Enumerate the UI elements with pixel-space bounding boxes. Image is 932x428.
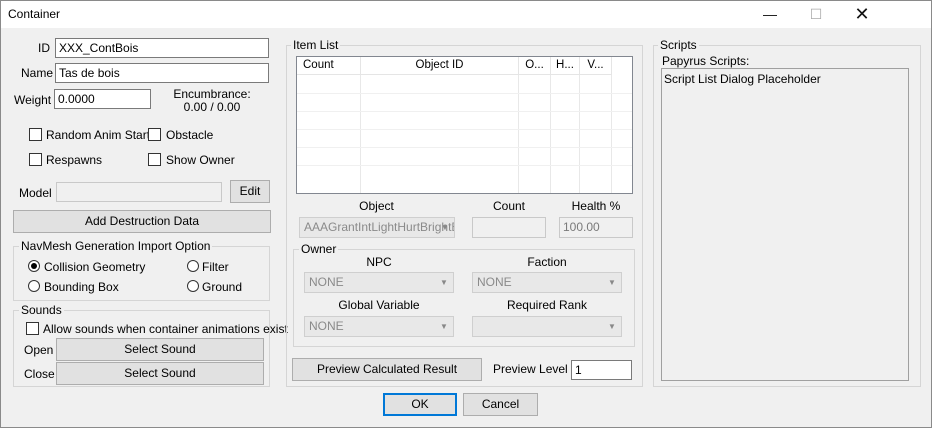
npc-select: NONE ▼ bbox=[304, 272, 454, 293]
name-label: Name bbox=[21, 66, 54, 80]
allow-sounds-checkbox[interactable] bbox=[26, 322, 39, 335]
object-select-value: AAAGrantIntLightHurtBrightB bbox=[304, 220, 455, 234]
allow-sounds-label: Allow sounds when container animations e… bbox=[43, 322, 288, 336]
object-select: AAAGrantIntLightHurtBrightB ▼ bbox=[299, 217, 455, 238]
chevron-down-icon: ▼ bbox=[441, 223, 449, 232]
respawns-checkbox[interactable] bbox=[29, 153, 42, 166]
column-header-object-id[interactable]: Object ID bbox=[361, 57, 519, 75]
item-list-group-title: Item List bbox=[291, 38, 341, 52]
object-label: Object bbox=[359, 199, 394, 213]
id-field[interactable]: XXX_ContBois bbox=[55, 38, 269, 58]
show-owner-label: Show Owner bbox=[166, 153, 235, 167]
edit-model-button[interactable]: Edit bbox=[230, 180, 270, 203]
open-select-sound-button[interactable]: Select Sound bbox=[56, 338, 264, 361]
list-gridline bbox=[297, 111, 632, 112]
collision-geometry-label: Collision Geometry bbox=[44, 260, 146, 274]
required-rank-label: Required Rank bbox=[506, 298, 588, 312]
chevron-down-icon: ▼ bbox=[608, 278, 616, 287]
cancel-button[interactable]: Cancel bbox=[463, 393, 538, 416]
list-gridline bbox=[297, 129, 632, 130]
random-anim-start-label: Random Anim Start bbox=[46, 128, 151, 142]
scripts-group-title: Scripts bbox=[658, 38, 699, 52]
close-select-sound-button[interactable]: Select Sound bbox=[56, 362, 264, 385]
required-rank-select: ▼ bbox=[472, 316, 622, 337]
close-sound-label: Close bbox=[24, 367, 55, 381]
faction-select: NONE ▼ bbox=[472, 272, 622, 293]
health-field: 100.00 bbox=[559, 217, 633, 238]
column-header-count[interactable]: Count bbox=[297, 57, 361, 75]
navmesh-group-title: NavMesh Generation Import Option bbox=[19, 239, 213, 253]
encumbrance-value: 0.00 / 0.00 bbox=[183, 100, 241, 114]
obstacle-label: Obstacle bbox=[166, 128, 214, 142]
chevron-down-icon: ▼ bbox=[440, 278, 448, 287]
item-list-table[interactable]: Count Object ID O... H... V... bbox=[296, 56, 633, 194]
npc-label: NPC bbox=[366, 255, 392, 269]
bounding-box-label: Bounding Box bbox=[44, 280, 119, 294]
respawns-label: Respawns bbox=[46, 153, 103, 167]
chevron-down-icon: ▼ bbox=[440, 322, 448, 331]
ok-button[interactable]: OK bbox=[383, 393, 457, 416]
filter-radio[interactable] bbox=[187, 260, 199, 272]
list-gridline bbox=[297, 147, 632, 148]
weight-label: Weight bbox=[14, 93, 52, 107]
ground-radio[interactable] bbox=[187, 280, 199, 292]
model-label: Model bbox=[19, 186, 52, 200]
random-anim-start-checkbox[interactable] bbox=[29, 128, 42, 141]
health-label: Health % bbox=[571, 199, 621, 213]
obstacle-checkbox[interactable] bbox=[148, 128, 161, 141]
sounds-group-title: Sounds bbox=[19, 303, 64, 317]
papyrus-scripts-label: Papyrus Scripts: bbox=[662, 54, 750, 68]
column-header-o[interactable]: O... bbox=[519, 57, 551, 75]
script-placeholder-text: Script List Dialog Placeholder bbox=[664, 72, 821, 86]
collision-geometry-radio[interactable] bbox=[28, 260, 40, 272]
name-field[interactable]: Tas de bois bbox=[55, 63, 269, 83]
global-variable-select-value: NONE bbox=[309, 319, 344, 333]
maximize-icon: ☐ bbox=[809, 6, 823, 22]
global-variable-select: NONE ▼ bbox=[304, 316, 454, 337]
npc-select-value: NONE bbox=[309, 275, 344, 289]
ground-label: Ground bbox=[202, 280, 243, 294]
close-icon[interactable]: ✕ bbox=[839, 1, 885, 28]
column-header-v[interactable]: V... bbox=[580, 57, 612, 75]
encumbrance-label: Encumbrance: bbox=[173, 87, 251, 101]
weight-field[interactable]: 0.0000 bbox=[54, 89, 151, 109]
owner-group-title: Owner bbox=[299, 242, 339, 256]
add-destruction-data-button[interactable]: Add Destruction Data bbox=[13, 210, 271, 233]
list-gridline bbox=[297, 165, 632, 166]
faction-label: Faction bbox=[527, 255, 567, 269]
show-owner-checkbox[interactable] bbox=[148, 153, 161, 166]
count-label: Count bbox=[492, 199, 526, 213]
preview-level-label: Preview Level bbox=[493, 362, 568, 376]
faction-select-value: NONE bbox=[477, 275, 512, 289]
script-list-placeholder[interactable]: Script List Dialog Placeholder bbox=[661, 68, 909, 381]
window-title: Container bbox=[8, 7, 61, 21]
column-header-h[interactable]: H... bbox=[551, 57, 580, 75]
open-sound-label: Open bbox=[24, 343, 54, 357]
preview-level-field[interactable]: 1 bbox=[571, 360, 632, 380]
container-dialog: Container — ☐ ✕ ID XXX_ContBois Name Tas… bbox=[0, 0, 932, 428]
minimize-icon[interactable]: — bbox=[747, 1, 793, 28]
title-bar[interactable]: Container — ☐ ✕ bbox=[1, 1, 931, 28]
model-field bbox=[56, 182, 222, 202]
id-label: ID bbox=[38, 41, 50, 55]
list-gridline bbox=[297, 93, 632, 94]
preview-calculated-result-button[interactable]: Preview Calculated Result bbox=[292, 358, 482, 381]
bounding-box-radio[interactable] bbox=[28, 280, 40, 292]
filter-label: Filter bbox=[202, 260, 229, 274]
chevron-down-icon: ▼ bbox=[608, 322, 616, 331]
global-variable-label: Global Variable bbox=[338, 298, 420, 312]
count-field bbox=[472, 217, 546, 238]
